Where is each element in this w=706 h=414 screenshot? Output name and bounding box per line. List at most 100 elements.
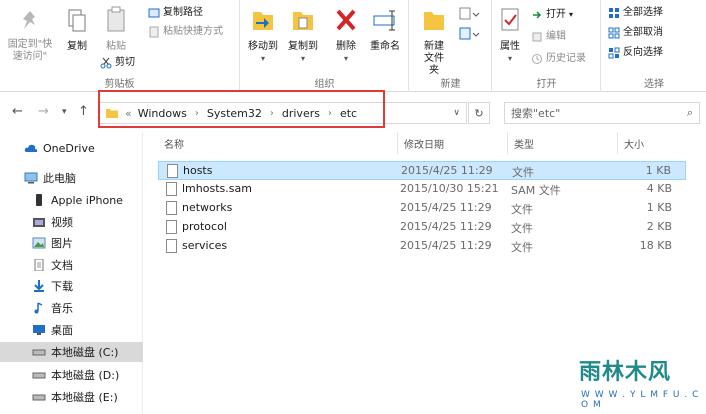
paste-shortcut-button[interactable]: 粘贴快捷方式: [148, 25, 223, 39]
pin-quick-access-button[interactable]: 固定到"快速访问": [4, 8, 56, 63]
cloud-icon: [24, 144, 38, 152]
copy-to-button[interactable]: 复制到 ▾: [283, 6, 323, 65]
edit-icon: [532, 32, 542, 42]
nav-downloads[interactable]: 下载: [0, 276, 143, 296]
select-all-icon: [609, 8, 619, 18]
move-to-icon: [253, 12, 273, 30]
invert-selection-icon: [608, 47, 620, 59]
up-arrow-icon[interactable]: ↑: [78, 104, 89, 119]
copy-icon: [68, 9, 86, 32]
computer-icon: [24, 172, 38, 184]
watermark-logo: 雨林木风 W W W . Y L M F U . C O M: [573, 350, 701, 410]
file-icon: [166, 220, 177, 234]
delete-button[interactable]: 删除 ▾: [331, 6, 361, 65]
search-icon: ⌕: [686, 106, 693, 119]
copy-button[interactable]: 复制: [62, 8, 92, 53]
clipboard-group-label: 剪贴板: [104, 79, 135, 90]
select-all-button[interactable]: 全部选择: [608, 6, 663, 20]
rename-button[interactable]: 重命名: [365, 6, 405, 53]
scissors-icon: [100, 57, 112, 69]
copy-path-button[interactable]: 复制路径: [148, 6, 203, 20]
new-item-icon[interactable]: [458, 6, 482, 22]
table-row[interactable]: lmhosts.sam 2015/10/30 15:21 SAM 文件 4 KB: [158, 180, 686, 199]
file-icon: [166, 201, 177, 215]
pin-icon: [23, 11, 35, 29]
file-icon: [167, 164, 178, 178]
desktop-icon: [33, 325, 45, 335]
copy-to-icon: [293, 12, 313, 30]
drive-icon: [32, 394, 46, 401]
back-arrow-icon[interactable]: ←: [12, 104, 23, 119]
nav-documents[interactable]: 文档: [0, 255, 143, 275]
new-folder-button[interactable]: 新建文件夹: [414, 6, 454, 77]
navigation-pane: OneDrive 此电脑 Apple iPhone 视频 图片 文档 下载 音乐…: [0, 132, 143, 414]
clipboard-group: 固定到"快速访问" 复制 粘贴 剪切 复制路径 粘贴快捷方式 剪贴板: [0, 0, 240, 92]
file-icon: [166, 239, 177, 253]
table-row[interactable]: networks 2015/4/25 11:29 文件 1 KB: [158, 199, 686, 218]
select-group-label: 选择: [644, 79, 664, 90]
nav-this-pc[interactable]: 此电脑: [0, 168, 143, 188]
nav-music[interactable]: 音乐: [0, 298, 143, 318]
music-note-icon: [34, 302, 43, 314]
search-input[interactable]: 搜索"etc" ⌕: [504, 102, 700, 124]
copy-path-icon: [148, 8, 160, 18]
paste-button[interactable]: 粘贴: [100, 6, 132, 53]
nav-desktop[interactable]: 桌面: [0, 320, 143, 340]
history-icon: [532, 54, 542, 64]
drive-icon: [32, 372, 46, 379]
column-date[interactable]: 修改日期: [398, 132, 508, 154]
address-highlight-annotation: [98, 90, 385, 128]
easy-access-icon[interactable]: [458, 26, 482, 42]
select-none-icon: [608, 27, 620, 39]
address-dropdown-icon[interactable]: ∨: [453, 108, 460, 118]
move-to-button[interactable]: 移动到 ▾: [243, 6, 283, 65]
paste-shortcut-icon: [149, 26, 159, 38]
refresh-button[interactable]: ↻: [468, 102, 490, 124]
nav-videos[interactable]: 视频: [0, 212, 143, 232]
table-row[interactable]: services 2015/4/25 11:29 文件 18 KB: [158, 237, 686, 256]
document-icon: [34, 259, 44, 271]
file-icon: [166, 182, 177, 196]
nav-apple-iphone[interactable]: Apple iPhone: [0, 190, 143, 210]
nav-pictures[interactable]: 图片: [0, 233, 143, 253]
nav-local-disk-d[interactable]: 本地磁盘 (D:): [0, 365, 143, 385]
table-row[interactable]: protocol 2015/4/25 11:29 文件 2 KB: [158, 218, 686, 237]
properties-check-icon: [501, 8, 519, 31]
properties-dropdown-icon: ▾: [507, 54, 512, 63]
column-name[interactable]: 名称: [158, 132, 398, 154]
column-size[interactable]: 大小: [618, 132, 686, 154]
nav-onedrive[interactable]: OneDrive: [0, 138, 143, 158]
open-button[interactable]: 打开 ▾: [531, 8, 573, 22]
history-button[interactable]: 历史记录: [531, 52, 586, 66]
watermark-title: 雨林木风: [579, 360, 672, 385]
column-type[interactable]: 类型: [508, 132, 618, 154]
copy-to-dropdown-icon: ▾: [300, 54, 305, 63]
open-arrow-icon: [533, 11, 542, 19]
edit-button[interactable]: 编辑: [531, 30, 566, 44]
video-icon: [33, 218, 45, 227]
watermark-url: W W W . Y L M F U . C O M: [581, 390, 700, 410]
phone-icon: [36, 194, 42, 206]
open-dropdown-icon: ▾: [569, 10, 574, 19]
table-row[interactable]: hosts 2015/4/25 11:29 文件 1 KB: [158, 161, 686, 180]
organize-group-label: 组织: [314, 79, 335, 90]
paste-icon: [107, 6, 125, 32]
picture-icon: [32, 237, 46, 249]
new-folder-icon: [424, 12, 444, 30]
select-none-button[interactable]: 全部取消: [608, 26, 663, 40]
organize-group: 移动到 ▾ 复制到 ▾ 删除 ▾ 重命名 组织: [241, 0, 409, 92]
nav-local-disk-e[interactable]: 本地磁盘 (E:): [0, 387, 143, 407]
nav-local-disk-c[interactable]: 本地磁盘 (C:): [0, 342, 143, 362]
delete-x-icon: [336, 9, 356, 31]
new-group-label: 新建: [440, 79, 461, 90]
open-group-label: 打开: [536, 79, 557, 90]
cut-button[interactable]: 剪切: [100, 56, 135, 70]
ribbon: 固定到"快速访问" 复制 粘贴 剪切 复制路径 粘贴快捷方式 剪贴板 移动到 ▾: [0, 0, 706, 92]
forward-arrow-icon[interactable]: →: [38, 104, 49, 119]
move-to-dropdown-icon: ▾: [260, 54, 265, 63]
recent-dropdown-icon[interactable]: ▾: [62, 107, 67, 117]
properties-button[interactable]: 属性 ▾: [495, 6, 525, 65]
rename-icon: [373, 10, 395, 31]
invert-selection-button[interactable]: 反向选择: [608, 46, 663, 60]
new-group: 新建文件夹 新建: [410, 0, 492, 92]
